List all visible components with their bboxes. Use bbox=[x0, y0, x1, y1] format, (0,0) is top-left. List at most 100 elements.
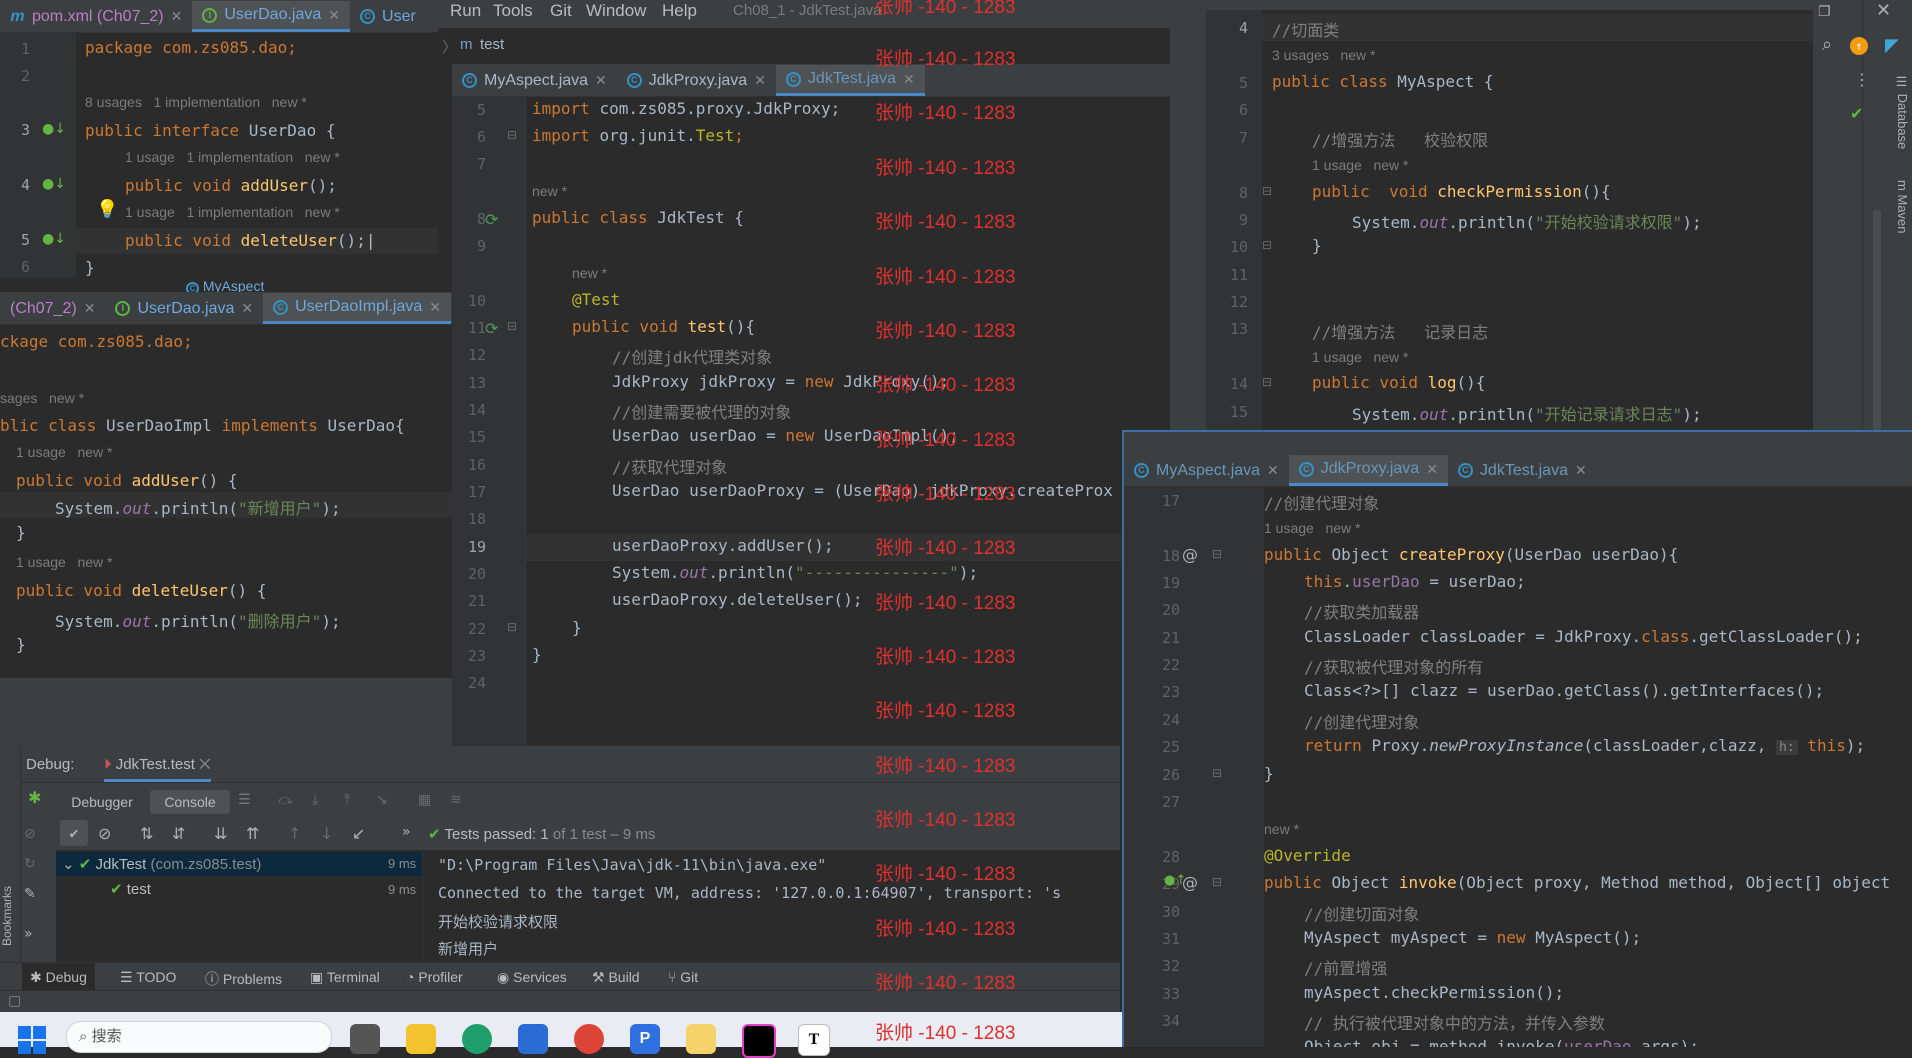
fold-icon[interactable]: ⊟ bbox=[507, 620, 517, 634]
close-icon[interactable]: ✕ bbox=[429, 299, 441, 316]
trace-icon[interactable]: ≋ bbox=[450, 792, 462, 808]
breadcrumb-item[interactable]: test bbox=[480, 36, 504, 53]
p-app-icon[interactable]: P bbox=[630, 1024, 660, 1054]
store-icon[interactable] bbox=[518, 1024, 548, 1054]
sort-alpha-icon[interactable]: ⇅ bbox=[140, 824, 153, 843]
fold-icon[interactable]: ⊟ bbox=[1212, 875, 1222, 889]
close-icon[interactable]: ✕ bbox=[903, 71, 915, 88]
tool-problems[interactable]: ⓘ Problems bbox=[205, 969, 282, 989]
close-window-icon[interactable]: ✕ bbox=[1876, 0, 1891, 21]
close-icon[interactable]: ✕ bbox=[241, 300, 253, 317]
fold-icon[interactable]: ⊟ bbox=[507, 319, 517, 333]
close-icon[interactable]: ✕ bbox=[199, 756, 210, 773]
usage-hint[interactable]: new * bbox=[532, 183, 567, 199]
run-to-cursor-icon[interactable]: ↘ bbox=[376, 792, 388, 808]
jetbrains-icon[interactable]: ◤ bbox=[1885, 35, 1899, 56]
intellij-icon[interactable] bbox=[742, 1024, 776, 1058]
settings-icon[interactable]: ✎ bbox=[24, 886, 36, 902]
close-icon[interactable]: ✕ bbox=[171, 8, 183, 25]
tab-console[interactable]: Console bbox=[150, 790, 230, 814]
tab-jdktest[interactable]: C JdkTest.java ✕ bbox=[1448, 455, 1597, 486]
tab-myaspect[interactable]: C MyAspect.java ✕ bbox=[1124, 455, 1289, 486]
implemented-gutter-icon[interactable]: ●↓ bbox=[42, 231, 66, 247]
export-icon[interactable]: ↙ bbox=[352, 824, 365, 843]
close-icon[interactable]: ✕ bbox=[1267, 462, 1279, 479]
fold-icon[interactable]: ⊟ bbox=[1262, 238, 1272, 252]
usage-hint[interactable]: 1 usage 1 implementation new * bbox=[125, 204, 340, 220]
layout-toggle-icon[interactable]: ▢ bbox=[8, 993, 21, 1009]
taskbar-search[interactable]: ⌕ 搜索 bbox=[66, 1021, 332, 1053]
implemented-gutter-icon[interactable]: ●↓ bbox=[42, 121, 66, 137]
step-out-icon[interactable]: ⤒ bbox=[344, 792, 350, 808]
stop-icon[interactable]: ↻ bbox=[24, 856, 36, 872]
menu-window[interactable]: Window bbox=[586, 1, 646, 21]
tab-myaspect[interactable]: C MyAspect.java ✕ bbox=[452, 65, 617, 96]
lightbulb-icon[interactable]: 💡 bbox=[96, 199, 118, 220]
edge-icon[interactable] bbox=[462, 1024, 492, 1054]
usage-hint[interactable]: sages new * bbox=[0, 390, 84, 406]
more-icon[interactable]: » bbox=[402, 824, 411, 840]
tab-userdaoimpl-partial[interactable]: C User bbox=[350, 1, 426, 32]
tab-ch07-2[interactable]: (Ch07_2) ✕ bbox=[0, 293, 105, 324]
close-icon[interactable]: ✕ bbox=[1575, 462, 1587, 479]
tab-userdao[interactable]: I UserDao.java ✕ bbox=[105, 293, 263, 324]
duck-app-icon[interactable] bbox=[686, 1024, 716, 1054]
show-passed-icon[interactable]: ✔ bbox=[60, 820, 88, 846]
implements-gutter-icon[interactable]: @ bbox=[1182, 873, 1198, 892]
close-icon[interactable]: ✕ bbox=[84, 300, 96, 317]
implemented-gutter-icon[interactable]: ●↓ bbox=[42, 176, 66, 192]
tool-debug[interactable]: ✱ Debug bbox=[22, 963, 95, 991]
task-view-icon[interactable] bbox=[350, 1024, 380, 1054]
tab-userdaoimpl[interactable]: C UserDaoImpl.java ✕ bbox=[263, 293, 451, 324]
previous-failed-icon[interactable]: ↑ bbox=[288, 824, 301, 843]
evaluate-icon[interactable]: ▦ bbox=[418, 792, 431, 808]
close-icon[interactable]: ✕ bbox=[754, 72, 766, 89]
usage-hint[interactable]: 1 usage new * bbox=[1264, 520, 1361, 536]
resume-icon[interactable]: ⊘ bbox=[24, 826, 36, 842]
maven-tool[interactable]: m Maven bbox=[1888, 180, 1910, 260]
tab-jdkproxy[interactable]: C JdkProxy.java ✕ bbox=[617, 65, 776, 96]
layout-icon[interactable]: ☰ bbox=[238, 792, 251, 808]
test-tree-row[interactable]: ⌄ ✔ JdkTest (com.zs085.test) bbox=[62, 855, 261, 873]
database-tool[interactable]: ☰ Database bbox=[1888, 75, 1910, 165]
usage-hint[interactable]: 1 usage 1 implementation new * bbox=[125, 149, 340, 165]
usage-hint[interactable]: 8 usages 1 implementation new * bbox=[85, 94, 307, 110]
tool-todo[interactable]: ☰ TODO bbox=[120, 969, 176, 986]
menu-help[interactable]: Help bbox=[662, 1, 697, 21]
show-ignored-icon[interactable]: ⊘ bbox=[98, 824, 111, 843]
usage-hint[interactable]: new * bbox=[572, 265, 607, 281]
collapse-all-icon[interactable]: ⇈ bbox=[246, 824, 259, 843]
tab-debugger[interactable]: Debugger bbox=[62, 790, 142, 814]
fold-icon[interactable]: ⊟ bbox=[1212, 766, 1222, 780]
more-options-icon[interactable]: ⋮ bbox=[1854, 70, 1870, 89]
usage-hint[interactable]: 1 usage new * bbox=[1312, 157, 1409, 173]
chrome-icon[interactable] bbox=[574, 1024, 604, 1054]
rerun-debug-icon[interactable]: ✱ bbox=[28, 788, 41, 807]
file-explorer-icon[interactable] bbox=[406, 1024, 436, 1054]
sort-duration-icon[interactable]: ⇵ bbox=[172, 824, 185, 843]
step-over-icon[interactable]: ⤼ bbox=[278, 792, 293, 808]
tab-userdao[interactable]: I UserDao.java ✕ bbox=[192, 1, 351, 32]
usage-hint[interactable]: 3 usages new * bbox=[1272, 47, 1376, 63]
debug-config-tab[interactable]: ⏵ JdkTest.test ✕ bbox=[104, 756, 211, 782]
menu-git[interactable]: Git bbox=[550, 1, 572, 21]
update-icon[interactable]: ↑ bbox=[1850, 37, 1868, 55]
typora-icon[interactable]: T bbox=[798, 1024, 830, 1056]
tab-jdkproxy[interactable]: C JdkProxy.java ✕ bbox=[1288, 455, 1448, 486]
usage-hint[interactable]: 1 usage new * bbox=[1312, 349, 1409, 365]
search-icon[interactable]: ⌕ bbox=[1822, 34, 1832, 55]
expand-all-icon[interactable]: ⇊ bbox=[214, 824, 227, 843]
fold-icon[interactable]: ⊟ bbox=[1262, 375, 1272, 389]
close-icon[interactable]: ✕ bbox=[328, 7, 340, 24]
scrollbar[interactable] bbox=[1873, 210, 1881, 430]
fold-icon[interactable]: ⊟ bbox=[507, 128, 517, 142]
test-tree-row[interactable]: ✔ test bbox=[110, 880, 151, 898]
run-test-icon[interactable]: ⟳ bbox=[485, 319, 498, 338]
tool-terminal[interactable]: ▣ Terminal bbox=[310, 969, 380, 986]
fold-icon[interactable]: ⊟ bbox=[1262, 184, 1272, 198]
fold-icon[interactable]: ⊟ bbox=[1212, 547, 1222, 561]
usage-hint[interactable]: new * bbox=[1264, 821, 1299, 837]
windows-start-icon[interactable] bbox=[18, 1026, 46, 1054]
tool-build[interactable]: ⚒ Build bbox=[592, 969, 640, 986]
usage-hint[interactable]: 1 usage new * bbox=[16, 554, 113, 570]
